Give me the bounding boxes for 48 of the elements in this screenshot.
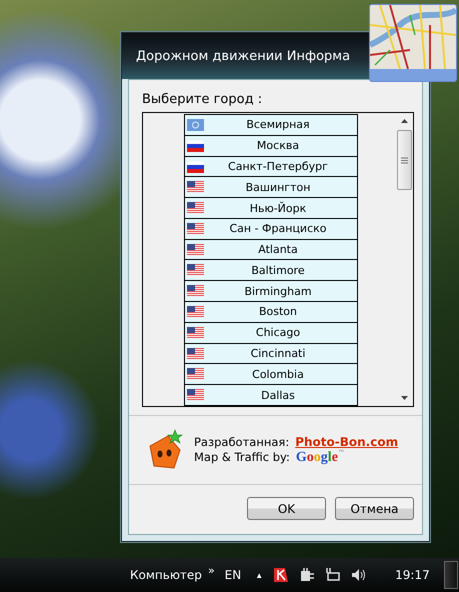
usa-flag-icon <box>187 244 204 256</box>
developer-link[interactable]: Photo-Bon.com <box>295 434 398 448</box>
russia-flag-icon <box>187 160 204 173</box>
usa-flag-icon <box>187 181 204 194</box>
city-item[interactable]: Санкт-Петербург <box>185 156 357 176</box>
city-item[interactable]: Dallas <box>185 384 357 406</box>
map-credit-label: Map & Traffic by: <box>194 450 290 464</box>
dialog-button[interactable]: Отмена <box>335 497 414 520</box>
shield-k-icon[interactable] <box>273 567 290 583</box>
computer-toolbar[interactable]: Компьютер <box>130 568 202 582</box>
russia-flag-icon <box>187 140 204 152</box>
city-prompt: Выберите город : <box>142 92 264 107</box>
usa-flag-icon <box>187 389 204 402</box>
city-item[interactable]: Boston <box>185 301 357 322</box>
tray-expand-button[interactable]: ▲ <box>255 570 264 580</box>
usa-flag-icon <box>187 306 204 318</box>
usa-flag-icon <box>187 285 204 298</box>
usa-flag-icon <box>187 264 204 276</box>
map-gadget[interactable] <box>369 4 457 82</box>
city-item[interactable]: Сан - Франциско <box>185 218 357 239</box>
network-icon[interactable] <box>325 567 342 583</box>
toolbar-chevron[interactable]: » <box>208 564 215 576</box>
city-item[interactable]: Chicago <box>185 322 357 343</box>
usa-flag-icon <box>187 202 204 214</box>
city-item[interactable]: Москва <box>185 134 357 156</box>
city-item[interactable]: Colombia <box>185 363 357 384</box>
google-logo: Google <box>296 450 338 466</box>
city-item[interactable]: Baltimore <box>185 259 357 280</box>
usa-flag-icon <box>187 368 204 380</box>
language-indicator[interactable]: EN <box>224 568 242 582</box>
city-item[interactable]: Нью-Йорк <box>185 197 357 218</box>
usa-flag-icon <box>187 222 204 235</box>
window-title: Дорожном движении Информа <box>136 48 350 64</box>
usa-flag-icon <box>187 348 204 360</box>
globe-flag-icon <box>187 119 204 131</box>
city-item[interactable]: Birmingham <box>185 280 357 302</box>
city-item[interactable]: Всемирная <box>185 114 357 135</box>
speaker-icon[interactable] <box>351 567 368 583</box>
power-plug-icon[interactable] <box>299 567 316 583</box>
city-item[interactable]: Cincinnati <box>185 342 357 364</box>
city-item[interactable]: Atlanta <box>185 238 357 260</box>
scroll-thumb[interactable] <box>397 130 412 190</box>
usa-flag-icon <box>187 326 204 339</box>
dialog-button[interactable]: OK <box>247 497 326 520</box>
developer-label: Разработанная: <box>194 434 290 448</box>
city-item[interactable]: Вашингтон <box>185 176 357 198</box>
show-desktop-button[interactable] <box>444 561 458 589</box>
clock[interactable]: 19:17 <box>395 568 430 582</box>
